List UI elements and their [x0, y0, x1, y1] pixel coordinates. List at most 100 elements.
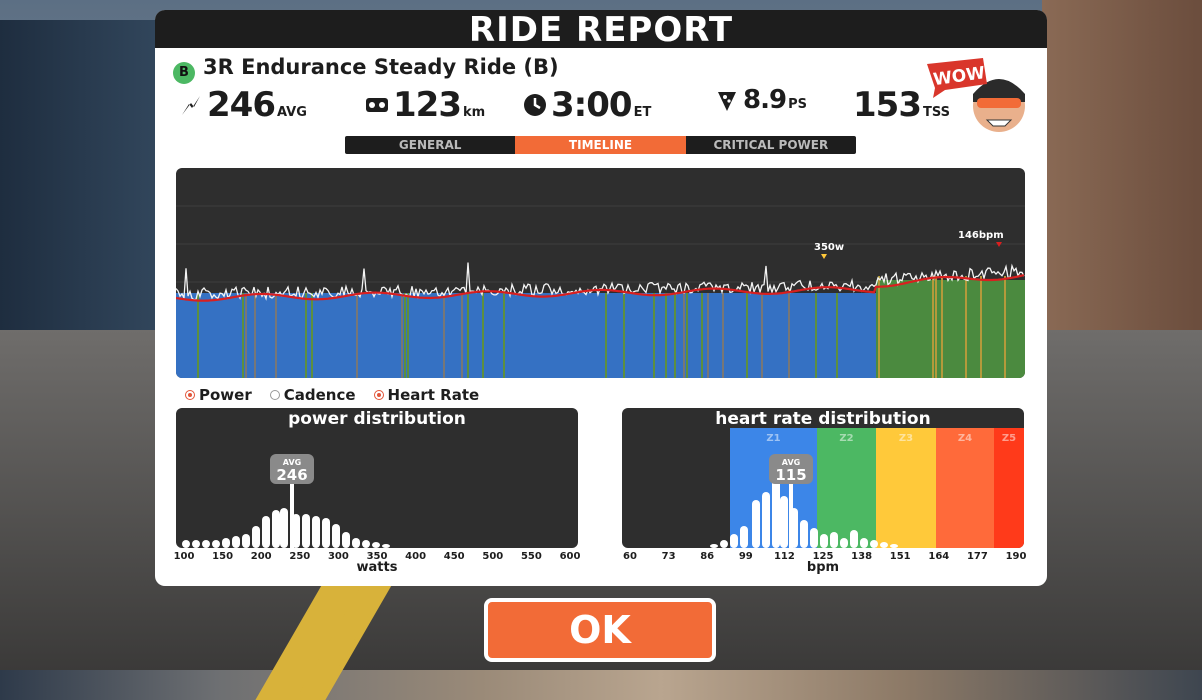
timeline-zone-bar: [401, 293, 403, 378]
timeline-zone-bar: [443, 293, 445, 378]
histogram-bar: [870, 540, 878, 548]
histogram-bar: [302, 514, 310, 548]
histogram-bar: [710, 544, 718, 548]
peak-hr-label: 146bpm: [958, 230, 1004, 241]
hr-zone-label: Z4: [958, 433, 972, 444]
avg-marker-line: [290, 476, 294, 548]
axis-tick-label: 500: [482, 551, 504, 562]
histogram-bar: [772, 478, 780, 548]
axis-tick-label: 60: [623, 551, 637, 562]
axis-tick-label: 200: [250, 551, 272, 562]
histogram-bar: [312, 516, 320, 548]
histogram-bar: [322, 518, 330, 548]
tab-timeline[interactable]: TIMELINE: [515, 136, 686, 154]
histogram-bar: [222, 538, 230, 548]
histogram-bar: [182, 540, 190, 548]
timeline-zone-bar: [275, 293, 277, 378]
timeline-zone-bar: [980, 276, 982, 378]
hr-zone-label: Z5: [1002, 433, 1016, 444]
histogram-bar: [850, 530, 858, 548]
legend-power[interactable]: Power: [185, 386, 252, 404]
histogram-bar: [280, 508, 288, 548]
histogram-bar: [840, 538, 848, 548]
hr-distribution-title: heart rate distribution: [715, 409, 931, 429]
chart-legend: Power Cadence Heart Rate: [185, 386, 479, 404]
axis-tick-label: 250: [289, 551, 311, 562]
timeline-zone-bar: [356, 293, 358, 378]
heart-rate-distribution-chart: heart rate distribution Z1 Z2 Z3 Z4 Z5 AVG 115: [622, 408, 1024, 548]
histogram-bar: [232, 536, 240, 548]
histogram-bar: [740, 526, 748, 548]
axis-tick-label: 164: [928, 551, 950, 562]
stat-distance: 123 km: [365, 85, 485, 125]
axis-tick-label: 400: [405, 551, 427, 562]
timeline-zone-bar: [467, 293, 469, 378]
tab-general[interactable]: GENERAL: [345, 136, 515, 154]
timeline-zone-bar: [254, 293, 256, 378]
timeline-zone-bar: [197, 293, 199, 378]
axis-tick-label: 300: [327, 551, 349, 562]
timeline-zone-bar: [503, 293, 505, 378]
histogram-bar: [382, 544, 390, 548]
hr-zone-band: [817, 428, 876, 548]
wow-avatar-icon: WOW!: [927, 58, 1025, 132]
histogram-bar: [720, 540, 728, 548]
timeline-zone-bar: [305, 293, 307, 378]
power-toggle-icon: [185, 390, 195, 400]
histogram-bar: [800, 520, 808, 548]
axis-tick-label: 600: [559, 551, 581, 562]
axis-tick-label: 450: [443, 551, 465, 562]
histogram-bar: [780, 496, 788, 548]
bike-distance-icon: [366, 98, 388, 112]
timeline-zone-bar: [674, 293, 676, 378]
cadence-toggle-icon: [269, 390, 280, 400]
stat-avg-power: 246 AVG: [179, 85, 307, 125]
timeline-zone-bar: [665, 293, 667, 378]
histogram-bar: [272, 510, 280, 548]
level-badge: B: [173, 62, 195, 84]
histogram-bar: [332, 524, 340, 548]
timeline-zone-bar: [965, 276, 967, 378]
heart-rate-toggle-icon: [373, 390, 384, 400]
histogram-bar: [762, 492, 770, 548]
histogram-bar: [252, 526, 260, 548]
histogram-bar: [192, 540, 200, 548]
power-bolt-icon: [182, 96, 200, 115]
timeline-zone-bar: [761, 293, 763, 378]
timeline-zone-fill: [176, 293, 876, 378]
clock-icon: [524, 94, 546, 116]
pizza-slice-icon: [718, 92, 736, 111]
axis-tick-label: 73: [661, 551, 676, 562]
axis-tick-label: 151: [889, 551, 911, 562]
hr-zone-label: Z3: [899, 433, 913, 444]
axis-tick-label: 99: [738, 551, 753, 562]
hr-axis-unit: bpm: [806, 560, 840, 575]
timeline-zone-bar: [1004, 276, 1006, 378]
workout-name: 3R Endurance Steady Ride (B): [203, 55, 559, 79]
power-axis-unit: watts: [356, 560, 398, 575]
stat-pizza-slices: 8.9 PS: [715, 85, 807, 115]
tab-critical-power[interactable]: CRITICAL POWER: [686, 136, 856, 154]
legend-heart-rate[interactable]: Heart Rate: [373, 386, 479, 404]
ok-button[interactable]: OK: [484, 598, 716, 662]
ride-report-panel: RIDE REPORT B 3R Endurance Steady Ride (…: [155, 10, 1047, 586]
axis-tick-label: 150: [212, 551, 234, 562]
power-distribution-chart: power distribution AVG 246: [176, 408, 578, 548]
legend-cadence[interactable]: Cadence: [269, 386, 356, 404]
histogram-bar: [820, 534, 828, 548]
histogram-bar: [372, 542, 380, 548]
timeline-zone-bar: [878, 276, 880, 378]
avg-marker-line: [789, 476, 793, 548]
timeline-chart: 350w 146bpm: [176, 168, 1025, 378]
axis-tick-label: 112: [773, 551, 795, 562]
axis-tick-label: 550: [520, 551, 542, 562]
report-tabs: GENERAL TIMELINE CRITICAL POWER: [345, 136, 856, 154]
stat-elapsed-time: 3:00 ET: [523, 85, 651, 125]
histogram-bar: [890, 544, 898, 548]
timeline-zone-bar: [935, 276, 937, 378]
hr-zone-band: [936, 428, 994, 548]
histogram-bar: [202, 540, 210, 548]
timeline-zone-bar: [407, 293, 409, 378]
histogram-bar: [362, 540, 370, 548]
axis-tick-label: 138: [851, 551, 873, 562]
